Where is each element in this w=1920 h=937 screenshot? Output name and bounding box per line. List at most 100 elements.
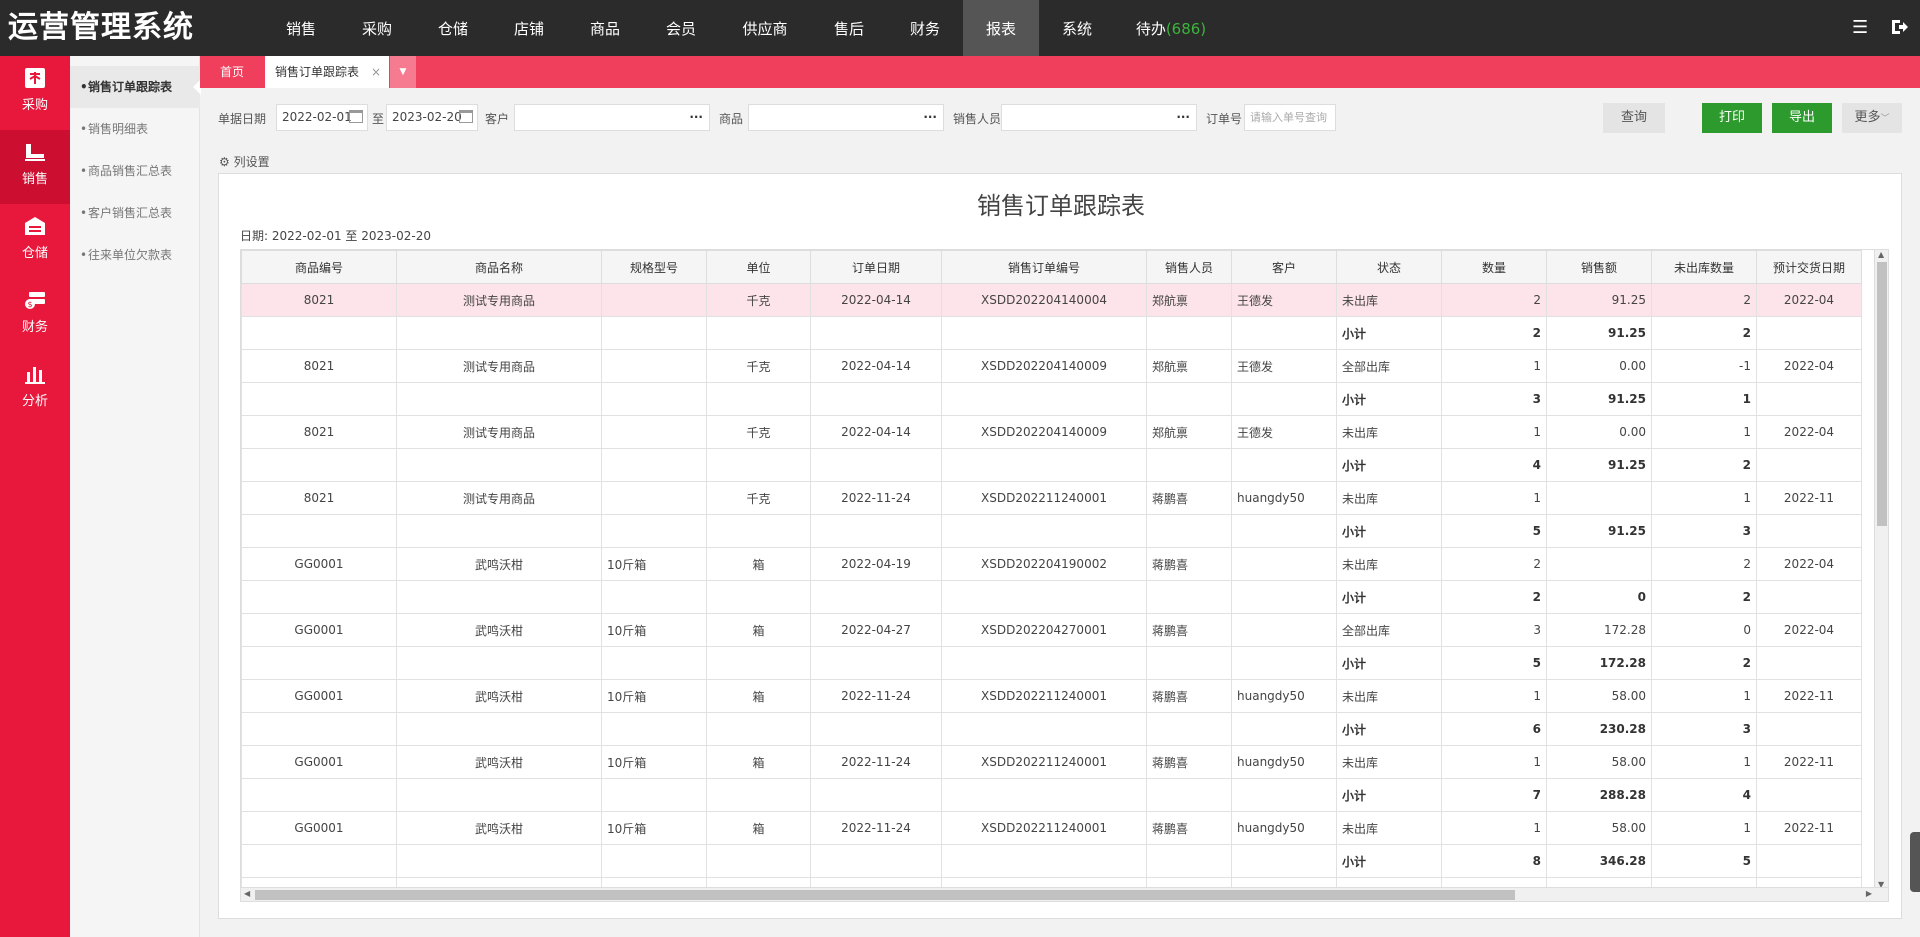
sidebar-item-sales[interactable]: 销售 — [0, 130, 70, 204]
menu-list-icon[interactable]: ☰ — [1852, 18, 1868, 38]
nav-item-8[interactable]: 财务 — [887, 0, 963, 56]
table-cell — [941, 316, 1147, 350]
subnav-item-3[interactable]: • 客户销售汇总表 — [70, 192, 200, 234]
scroll-right-icon[interactable]: ▶ — [1866, 889, 1872, 898]
subtotal-row[interactable]: 小计 3 91.25 1 — [241, 382, 1862, 416]
calendar-icon[interactable] — [459, 110, 473, 123]
column-header[interactable]: 状态 — [1336, 250, 1442, 284]
more-dots-icon[interactable]: ··· — [923, 105, 937, 130]
logout-icon[interactable] — [1890, 18, 1908, 41]
nav-item-3[interactable]: 店铺 — [491, 0, 567, 56]
column-header[interactable]: 未出库数量 — [1651, 250, 1757, 284]
scroll-left-icon[interactable]: ◀ — [244, 889, 250, 898]
table-row[interactable]: GG0001 武鸣沃柑 10斤箱箱 2022-11-24 XSDD20221124000… — [241, 679, 1862, 713]
subnav-item-1[interactable]: • 销售明细表 — [70, 108, 200, 150]
nav-item-4[interactable]: 商品 — [567, 0, 643, 56]
side-widget-handle[interactable] — [1910, 832, 1920, 892]
sidebar-item-warehouse[interactable]: 仓储 — [0, 204, 70, 278]
nav-item-9[interactable]: 报表 — [963, 0, 1039, 56]
horizontal-scrollbar[interactable]: ◀ ▶ — [241, 887, 1888, 901]
horizontal-scroll-thumb[interactable] — [255, 890, 1515, 900]
column-header[interactable]: 销售人员 — [1146, 250, 1232, 284]
tab-sales-order-tracking[interactable]: 销售订单跟踪表 × — [265, 56, 389, 88]
vertical-scroll-thumb[interactable] — [1877, 262, 1887, 526]
subnav-item-2[interactable]: • 商品销售汇总表 — [70, 150, 200, 192]
table-row[interactable]: GG0001 武鸣沃柑 10斤箱箱 2022-11-24 XSDD20221124000… — [241, 811, 1862, 845]
column-header[interactable]: 订单日期 — [810, 250, 942, 284]
column-header[interactable]: 商品编号 — [241, 250, 397, 284]
table-cell — [1231, 316, 1337, 350]
column-header[interactable]: 单位 — [706, 250, 811, 284]
table-row[interactable]: 8021 测试专用商品 千克 2022-04-14 XSDD202204140004 郑航… — [241, 283, 1862, 317]
column-header[interactable]: 规格型号 — [601, 250, 707, 284]
more-dots-icon[interactable]: ··· — [689, 105, 703, 130]
table-row[interactable]: 8021 测试专用商品 千克 2022-04-14 XSDD202204140009 郑航… — [241, 349, 1862, 383]
table-row[interactable]: 8021 测试专用商品 千克 2022-04-14 XSDD202204140009 郑航… — [241, 415, 1862, 449]
chevron-down-icon[interactable]: ▼ — [390, 56, 416, 88]
table-row[interactable]: GG0001 武鸣沃柑 10斤箱箱 2022-04-19 XSDD20220419000… — [241, 547, 1862, 581]
column-header[interactable]: 客户 — [1231, 250, 1337, 284]
nav-item-2[interactable]: 仓储 — [415, 0, 491, 56]
nav-item-10[interactable]: 系统 — [1039, 0, 1115, 56]
query-button[interactable]: 查询 — [1603, 103, 1665, 133]
subtotal-amount: 0 — [1546, 580, 1652, 614]
subtotal-row[interactable]: 小计 2 91.25 2 — [241, 316, 1862, 350]
sidebar-item-label: 采购 — [21, 98, 48, 113]
column-header[interactable]: 销售订单编号 — [941, 250, 1147, 284]
table-cell — [810, 514, 942, 548]
sidebar-item-finance[interactable]: $ 财务 — [0, 278, 70, 352]
table-row[interactable]: 8021 测试专用商品 千克 2022-11-24 XSDD202211240001 蒋鹏… — [241, 481, 1862, 515]
print-button[interactable]: 打印 — [1702, 103, 1762, 133]
calendar-icon[interactable] — [349, 110, 363, 123]
sidebar-item-label: 财务 — [21, 320, 48, 335]
date-to-field[interactable]: 2023-02-20 — [386, 104, 478, 131]
subtotal-row[interactable]: 小计 4 91.25 2 — [241, 448, 1862, 482]
sidebar-item-analysis[interactable]: 分析 — [0, 352, 70, 426]
column-settings-button[interactable]: ⚙ 列设置 — [219, 153, 270, 170]
date-from-field[interactable]: 2022-02-01 — [276, 104, 368, 131]
more-button[interactable]: 更多﹀ — [1842, 103, 1902, 133]
close-icon[interactable]: × — [371, 56, 381, 88]
customer-field[interactable]: ··· — [514, 104, 710, 131]
more-dots-icon[interactable]: ··· — [1176, 105, 1190, 130]
subtotal-row[interactable]: 小计 5 172.28 2 — [241, 646, 1862, 680]
subnav-item-label: 销售明细表 — [88, 122, 149, 136]
subtotal-row[interactable]: 小计 8 346.28 5 — [241, 844, 1862, 878]
table-cell — [1146, 844, 1232, 878]
subtotal-row[interactable]: 小计 7 288.28 4 — [241, 778, 1862, 812]
column-header[interactable]: 商品名称 — [396, 250, 602, 284]
nav-item-7[interactable]: 售后 — [811, 0, 887, 56]
subtotal-row[interactable]: 小计 2 0 2 — [241, 580, 1862, 614]
table-cell — [706, 514, 811, 548]
subtotal-row[interactable]: 小计 5 91.25 3 — [241, 514, 1862, 548]
product-field[interactable]: ··· — [748, 104, 944, 131]
subnav-item-4[interactable]: • 往来单位欠款表 — [70, 234, 200, 276]
table-cell: 箱 — [706, 679, 811, 713]
column-header[interactable]: 数量 — [1441, 250, 1547, 284]
export-button[interactable]: 导出 — [1772, 103, 1832, 133]
table-cell — [601, 580, 707, 614]
column-header[interactable]: 预计交货日期 — [1756, 250, 1862, 284]
table-row[interactable]: GG0001 武鸣沃柑 10斤箱箱 2022-04-27 XSDD20220427000… — [241, 613, 1862, 647]
nav-item-1[interactable]: 采购 — [339, 0, 415, 56]
salesperson-field[interactable]: ··· — [1001, 104, 1197, 131]
vertical-scrollbar[interactable]: ▲ ▼ — [1874, 250, 1888, 889]
table-cell: 武鸣沃柑 — [396, 613, 602, 647]
nav-item-6[interactable]: 供应商 — [727, 0, 803, 56]
sidebar-item-purchase[interactable]: 采购 — [0, 56, 70, 130]
table-row[interactable]: GG0001 武鸣沃柑 10斤箱箱 2022-11-24 XSDD20221124000… — [241, 745, 1862, 779]
subnav-item-0[interactable]: • 销售订单跟踪表 — [70, 66, 201, 108]
table-cell — [706, 712, 811, 746]
table-cell — [1756, 844, 1862, 878]
table-cell — [396, 580, 602, 614]
subtotal-row[interactable]: 小计 6 230.28 3 — [241, 712, 1862, 746]
nav-pending[interactable]: 待办(686) — [1131, 0, 1211, 56]
table-cell: 0.00 — [1546, 415, 1652, 449]
nav-item-0[interactable]: 销售 — [263, 0, 339, 56]
nav-item-5[interactable]: 会员 — [643, 0, 719, 56]
order-no-input[interactable]: 请输入单号查询 — [1244, 104, 1336, 131]
column-header[interactable]: 销售额 — [1546, 250, 1652, 284]
scroll-up-icon[interactable]: ▲ — [1878, 250, 1884, 259]
tab-home[interactable]: 首页 — [200, 56, 264, 88]
table-cell: 2022-04 — [1756, 415, 1862, 449]
